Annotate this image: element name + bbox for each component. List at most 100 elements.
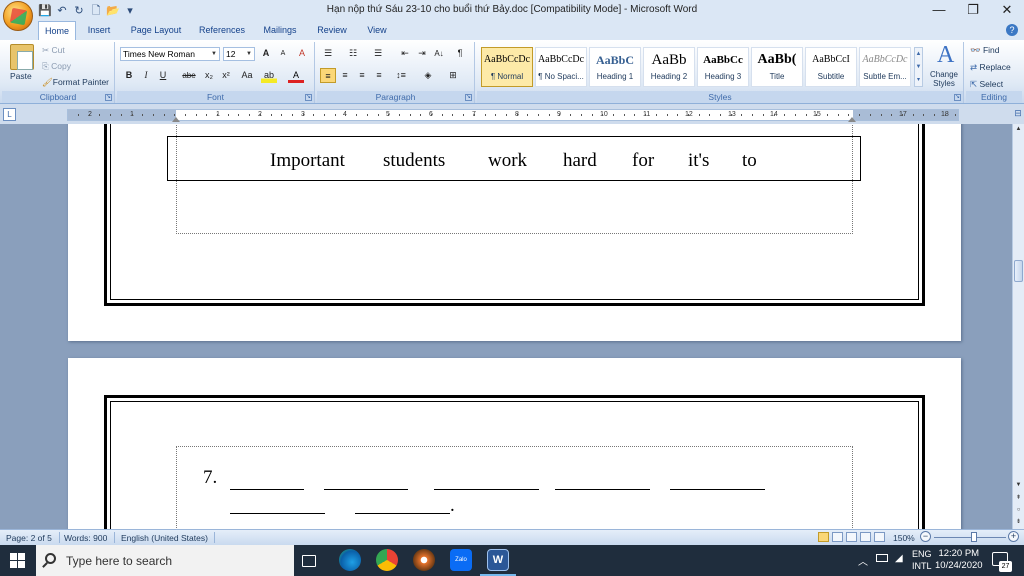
highlight-button[interactable]: ab (261, 68, 277, 83)
tab-view[interactable]: View (362, 21, 392, 40)
font-size-combo[interactable]: 12 ▼ (223, 47, 255, 61)
tab-home[interactable]: Home (38, 21, 76, 40)
scroll-down-icon[interactable]: ▼ (1013, 480, 1024, 491)
style-heading-3[interactable]: AaBbCc Heading 3 (697, 47, 749, 87)
office-button[interactable] (3, 1, 33, 31)
italic-button[interactable]: I (138, 68, 154, 83)
minimize-button[interactable]: — (922, 0, 956, 20)
word-count[interactable]: Words: 900 (64, 533, 107, 543)
cut-button[interactable]: ✂ Cut (42, 45, 65, 56)
word-app-icon[interactable]: W (487, 549, 509, 571)
network-icon[interactable]: ◢ (895, 553, 903, 564)
document-area[interactable]: Important students work hard for it's to… (0, 124, 1012, 529)
tab-mailings[interactable]: Mailings (258, 21, 302, 40)
styles-launcher-icon[interactable]: ↘ (954, 94, 961, 101)
zoom-level[interactable]: 150% (893, 533, 915, 543)
style-normal[interactable]: AaBbCcDc ¶ Normal (481, 47, 533, 87)
language-indicator[interactable]: English (United States) (121, 533, 208, 543)
next-page-icon[interactable]: ⇟ (1013, 517, 1024, 528)
page-count[interactable]: Page: 2 of 5 (6, 533, 52, 543)
zoom-out-icon[interactable]: − (920, 531, 931, 542)
zoom-slider-knob[interactable] (971, 532, 977, 542)
align-right-button[interactable]: ≡ (354, 68, 370, 83)
answer-blank[interactable] (555, 489, 650, 490)
font-color-button[interactable]: A (288, 68, 304, 83)
select-button[interactable]: ⇱ Select (970, 79, 1003, 90)
style-no-spacing[interactable]: AaBbCcDc ¶ No Spaci... (535, 47, 587, 87)
scroll-up-icon[interactable]: ▲ (1013, 124, 1024, 135)
zoom-slider[interactable] (934, 537, 1006, 538)
outline-view-icon[interactable] (860, 532, 871, 542)
change-case-button[interactable]: Aa (237, 68, 257, 83)
answer-blank[interactable] (324, 489, 408, 490)
style-heading-1[interactable]: AaBbC Heading 1 (589, 47, 641, 87)
style-subtitle[interactable]: AaBbCcI Subtitle (805, 47, 857, 87)
windows-start-icon[interactable] (10, 553, 25, 568)
chrome-browser-icon[interactable] (376, 549, 398, 571)
edge-browser-icon[interactable] (339, 549, 361, 571)
font-name-combo[interactable]: Times New Roman ▼ (120, 47, 220, 61)
vertical-scrollbar[interactable]: ▲ ▼ ⇞ ○ ⇟ (1012, 124, 1024, 529)
grow-font-button[interactable]: A (258, 46, 274, 61)
view-ruler-icon[interactable]: ⊟ (1012, 108, 1024, 121)
change-styles-button[interactable]: A Change Styles (925, 42, 963, 90)
tray-overflow-icon[interactable]: ︿ (858, 553, 868, 568)
clear-formatting-button[interactable]: A (294, 46, 310, 61)
style-subtle-emphasis[interactable]: AaBbCcDc Subtle Em... (859, 47, 911, 87)
tab-review[interactable]: Review (313, 21, 351, 40)
print-layout-view-icon[interactable] (818, 532, 829, 542)
bullets-button[interactable]: ☰ (320, 46, 336, 61)
style-heading-2[interactable]: AaBb Heading 2 (643, 47, 695, 87)
full-screen-reading-icon[interactable] (832, 532, 843, 542)
subscript-button[interactable]: x₂ (201, 68, 217, 83)
justify-button[interactable]: ≡ (371, 68, 387, 83)
sort-button[interactable]: A↓ (431, 46, 447, 61)
bold-button[interactable]: B (121, 68, 137, 83)
draft-view-icon[interactable] (874, 532, 885, 542)
right-indent-marker[interactable] (848, 117, 856, 122)
paste-icon[interactable] (10, 44, 34, 70)
underline-button[interactable]: U (155, 68, 171, 83)
answer-blank[interactable] (434, 489, 539, 490)
battery-icon[interactable] (876, 554, 888, 562)
zoom-in-icon[interactable]: + (1008, 531, 1019, 542)
font-launcher-icon[interactable]: ↘ (305, 94, 312, 101)
taskbar-search-box[interactable]: Type here to search (36, 545, 294, 576)
answer-blank[interactable] (670, 489, 765, 490)
styles-scroll[interactable]: ▲ ▼ ▾ (914, 47, 923, 87)
paragraph-launcher-icon[interactable]: ↘ (465, 94, 472, 101)
close-button[interactable]: ✕ (990, 0, 1024, 20)
align-left-button[interactable]: ≡ (320, 68, 336, 83)
style-title[interactable]: AaBb(Title (751, 47, 803, 87)
select-browse-object-icon[interactable]: ○ (1013, 505, 1024, 516)
paste-button[interactable]: Paste (10, 71, 32, 81)
shading-button[interactable]: ◈ (420, 68, 436, 83)
task-view-icon[interactable] (302, 555, 316, 567)
show-formatting-marks-button[interactable]: ¶ (452, 46, 468, 61)
left-indent-marker[interactable] (172, 117, 180, 122)
superscript-button[interactable]: x² (218, 68, 234, 83)
tab-references[interactable]: References (194, 21, 250, 40)
borders-button[interactable]: ⊞ (445, 68, 461, 83)
format-painter-button[interactable]: 🖌Format Painter (42, 77, 109, 88)
multilevel-list-button[interactable]: ☰ (370, 46, 386, 61)
previous-page-icon[interactable]: ⇞ (1013, 493, 1024, 504)
zalo-app-icon[interactable]: Zalo (450, 549, 472, 571)
answer-blank[interactable] (355, 513, 450, 514)
media-player-icon[interactable] (413, 549, 435, 571)
answer-blank[interactable] (230, 489, 304, 490)
web-layout-icon[interactable] (846, 532, 857, 542)
copy-button[interactable]: ⎘ Copy (42, 61, 71, 72)
numbering-button[interactable]: ☷ (345, 46, 361, 61)
line-spacing-button[interactable]: ↕≡ (393, 68, 409, 83)
tab-page-layout[interactable]: Page Layout (126, 21, 186, 40)
tab-selector-icon[interactable]: L (3, 108, 16, 121)
strikethrough-button[interactable]: abe (179, 68, 199, 83)
align-center-button[interactable]: ≡ (337, 68, 353, 83)
find-button[interactable]: 👓 Find (970, 45, 1000, 56)
tab-insert[interactable]: Insert (82, 21, 116, 40)
answer-blank[interactable] (230, 513, 325, 514)
increase-indent-button[interactable]: ⇥ (414, 46, 430, 61)
input-language[interactable]: ENG INTL (912, 548, 932, 572)
shrink-font-button[interactable]: A (275, 46, 291, 61)
